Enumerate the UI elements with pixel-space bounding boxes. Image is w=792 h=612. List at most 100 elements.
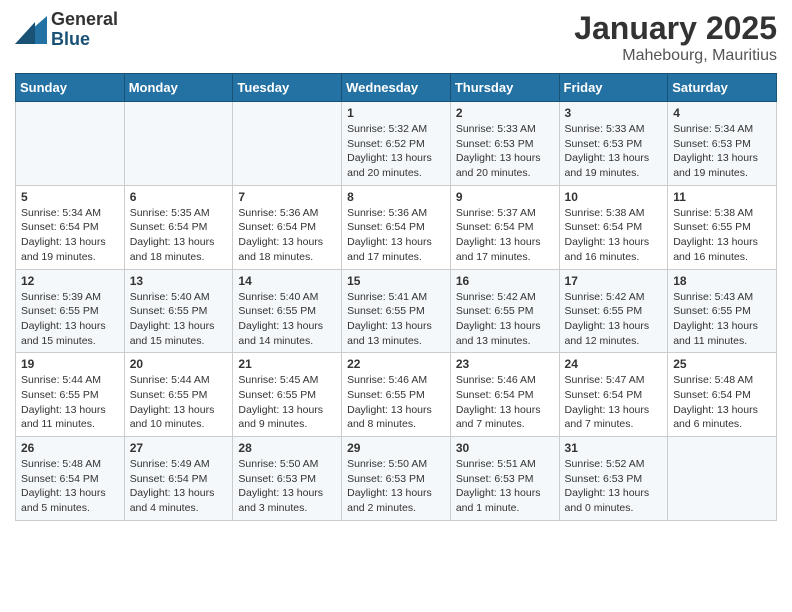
day-number: 4: [673, 106, 772, 120]
day-cell: 9Sunrise: 5:37 AM Sunset: 6:54 PM Daylig…: [450, 185, 559, 269]
day-cell: 6Sunrise: 5:35 AM Sunset: 6:54 PM Daylig…: [124, 185, 233, 269]
day-number: 28: [238, 441, 337, 455]
day-info: Sunrise: 5:52 AM Sunset: 6:53 PM Dayligh…: [565, 457, 664, 516]
calendar-table: SundayMondayTuesdayWednesdayThursdayFrid…: [15, 73, 777, 521]
day-info: Sunrise: 5:50 AM Sunset: 6:53 PM Dayligh…: [238, 457, 337, 516]
week-row-4: 19 Sunrise: 5:44 AM Sunset: 6:55 PM Dayli…: [16, 353, 777, 437]
day-number: 30: [456, 441, 555, 455]
day-number: 16: [456, 274, 555, 288]
day-info: Sunrise: 5:43 AM Sunset: 6:55 PM Dayligh…: [673, 290, 772, 349]
logo: General Blue: [15, 10, 118, 50]
day-number: 10: [565, 190, 664, 204]
weekday-header-monday: Monday: [124, 74, 233, 102]
day-info: Sunrise: 5:34 AM Sunset: 6:53 PM Dayligh…: [673, 122, 772, 181]
day-info: Sunrise: 5:48 AM Sunset: 6:54 PM Dayligh…: [673, 373, 772, 432]
day-number: 2: [456, 106, 555, 120]
day-number: 13: [130, 274, 229, 288]
day-info: Sunrise: 5:42 AM Sunset: 6:55 PM Dayligh…: [456, 290, 555, 349]
day-number: 17: [565, 274, 664, 288]
day-cell: [16, 102, 125, 186]
day-info: Sunrise: 5:44 AM Sunset: 6:55 PM Dayligh…: [130, 373, 229, 432]
day-number: 18: [673, 274, 772, 288]
day-info: Sunrise: 5:39 AM Sunset: 6:55 PM Dayligh…: [21, 290, 120, 349]
day-cell: 30 Sunrise: 5:51 AM Sunset: 6:53 PM Dayli…: [450, 437, 559, 521]
title-block: January 2025 Mahebourg, Mauritius: [574, 10, 777, 65]
day-info: Sunrise: 5:46 AM Sunset: 6:54 PM Dayligh…: [456, 373, 555, 432]
weekday-header-friday: Friday: [559, 74, 668, 102]
day-info: Sunrise: 5:33 AM Sunset: 6:53 PM Dayligh…: [565, 122, 664, 181]
day-info: Sunrise: 5:32 AM Sunset: 6:52 PM Dayligh…: [347, 122, 446, 181]
day-info: Sunrise: 5:40 AM Sunset: 6:55 PM Dayligh…: [130, 290, 229, 349]
day-number: 9: [456, 190, 555, 204]
logo-blue-text: Blue: [51, 30, 118, 50]
weekday-header-thursday: Thursday: [450, 74, 559, 102]
day-cell: 7 Sunrise: 5:36 AM Sunset: 6:54 PM Daylig…: [233, 185, 342, 269]
day-number: 27: [130, 441, 229, 455]
week-row-2: 5Sunrise: 5:34 AM Sunset: 6:54 PM Daylig…: [16, 185, 777, 269]
weekday-header-wednesday: Wednesday: [342, 74, 451, 102]
day-number: 23: [456, 357, 555, 371]
day-cell: 24 Sunrise: 5:47 AM Sunset: 6:54 PM Dayli…: [559, 353, 668, 437]
day-info: Sunrise: 5:50 AM Sunset: 6:53 PM Dayligh…: [347, 457, 446, 516]
day-number: 5: [21, 190, 120, 204]
day-cell: 26 Sunrise: 5:48 AM Sunset: 6:54 PM Dayli…: [16, 437, 125, 521]
header: General Blue January 2025 Mahebourg, Mau…: [15, 10, 777, 65]
day-cell: [668, 437, 777, 521]
calendar-title: January 2025: [574, 10, 777, 47]
week-row-3: 12Sunrise: 5:39 AM Sunset: 6:55 PM Dayli…: [16, 269, 777, 353]
weekday-header-sunday: Sunday: [16, 74, 125, 102]
weekday-header-row: SundayMondayTuesdayWednesdayThursdayFrid…: [16, 74, 777, 102]
day-number: 26: [21, 441, 120, 455]
day-number: 20: [130, 357, 229, 371]
day-number: 6: [130, 190, 229, 204]
day-cell: 10 Sunrise: 5:38 AM Sunset: 6:54 PM Dayli…: [559, 185, 668, 269]
weekday-header-saturday: Saturday: [668, 74, 777, 102]
day-cell: 22 Sunrise: 5:46 AM Sunset: 6:55 PM Dayli…: [342, 353, 451, 437]
day-info: Sunrise: 5:38 AM Sunset: 6:55 PM Dayligh…: [673, 206, 772, 265]
day-cell: 3 Sunrise: 5:33 AM Sunset: 6:53 PM Daylig…: [559, 102, 668, 186]
day-number: 3: [565, 106, 664, 120]
day-cell: 12Sunrise: 5:39 AM Sunset: 6:55 PM Dayli…: [16, 269, 125, 353]
day-number: 14: [238, 274, 337, 288]
day-cell: 28 Sunrise: 5:50 AM Sunset: 6:53 PM Dayli…: [233, 437, 342, 521]
day-info: Sunrise: 5:47 AM Sunset: 6:54 PM Dayligh…: [565, 373, 664, 432]
day-info: Sunrise: 5:49 AM Sunset: 6:54 PM Dayligh…: [130, 457, 229, 516]
day-number: 21: [238, 357, 337, 371]
day-info: Sunrise: 5:51 AM Sunset: 6:53 PM Dayligh…: [456, 457, 555, 516]
day-info: Sunrise: 5:48 AM Sunset: 6:54 PM Dayligh…: [21, 457, 120, 516]
day-cell: 25Sunrise: 5:48 AM Sunset: 6:54 PM Dayli…: [668, 353, 777, 437]
day-info: Sunrise: 5:36 AM Sunset: 6:54 PM Dayligh…: [347, 206, 446, 265]
day-cell: 5Sunrise: 5:34 AM Sunset: 6:54 PM Daylig…: [16, 185, 125, 269]
day-info: Sunrise: 5:44 AM Sunset: 6:55 PM Dayligh…: [21, 373, 120, 432]
day-cell: 19 Sunrise: 5:44 AM Sunset: 6:55 PM Dayli…: [16, 353, 125, 437]
day-cell: 11 Sunrise: 5:38 AM Sunset: 6:55 PM Dayli…: [668, 185, 777, 269]
day-cell: 1Sunrise: 5:32 AM Sunset: 6:52 PM Daylig…: [342, 102, 451, 186]
day-number: 7: [238, 190, 337, 204]
day-number: 31: [565, 441, 664, 455]
day-cell: 14Sunrise: 5:40 AM Sunset: 6:55 PM Dayli…: [233, 269, 342, 353]
day-cell: 20 Sunrise: 5:44 AM Sunset: 6:55 PM Dayli…: [124, 353, 233, 437]
weekday-header-tuesday: Tuesday: [233, 74, 342, 102]
day-number: 24: [565, 357, 664, 371]
calendar-container: General Blue January 2025 Mahebourg, Mau…: [0, 0, 792, 536]
day-info: Sunrise: 5:33 AM Sunset: 6:53 PM Dayligh…: [456, 122, 555, 181]
day-cell: 8Sunrise: 5:36 AM Sunset: 6:54 PM Daylig…: [342, 185, 451, 269]
day-cell: [124, 102, 233, 186]
day-cell: 17 Sunrise: 5:42 AM Sunset: 6:55 PM Dayli…: [559, 269, 668, 353]
day-cell: 21 Sunrise: 5:45 AM Sunset: 6:55 PM Dayli…: [233, 353, 342, 437]
day-cell: 4 Sunrise: 5:34 AM Sunset: 6:53 PM Daylig…: [668, 102, 777, 186]
calendar-subtitle: Mahebourg, Mauritius: [574, 47, 777, 65]
day-number: 19: [21, 357, 120, 371]
day-info: Sunrise: 5:42 AM Sunset: 6:55 PM Dayligh…: [565, 290, 664, 349]
day-cell: 15Sunrise: 5:41 AM Sunset: 6:55 PM Dayli…: [342, 269, 451, 353]
day-number: 11: [673, 190, 772, 204]
day-cell: [233, 102, 342, 186]
day-info: Sunrise: 5:45 AM Sunset: 6:55 PM Dayligh…: [238, 373, 337, 432]
week-row-1: 1Sunrise: 5:32 AM Sunset: 6:52 PM Daylig…: [16, 102, 777, 186]
day-number: 15: [347, 274, 446, 288]
day-number: 29: [347, 441, 446, 455]
day-info: Sunrise: 5:36 AM Sunset: 6:54 PM Dayligh…: [238, 206, 337, 265]
day-info: Sunrise: 5:38 AM Sunset: 6:54 PM Dayligh…: [565, 206, 664, 265]
day-info: Sunrise: 5:46 AM Sunset: 6:55 PM Dayligh…: [347, 373, 446, 432]
day-number: 22: [347, 357, 446, 371]
